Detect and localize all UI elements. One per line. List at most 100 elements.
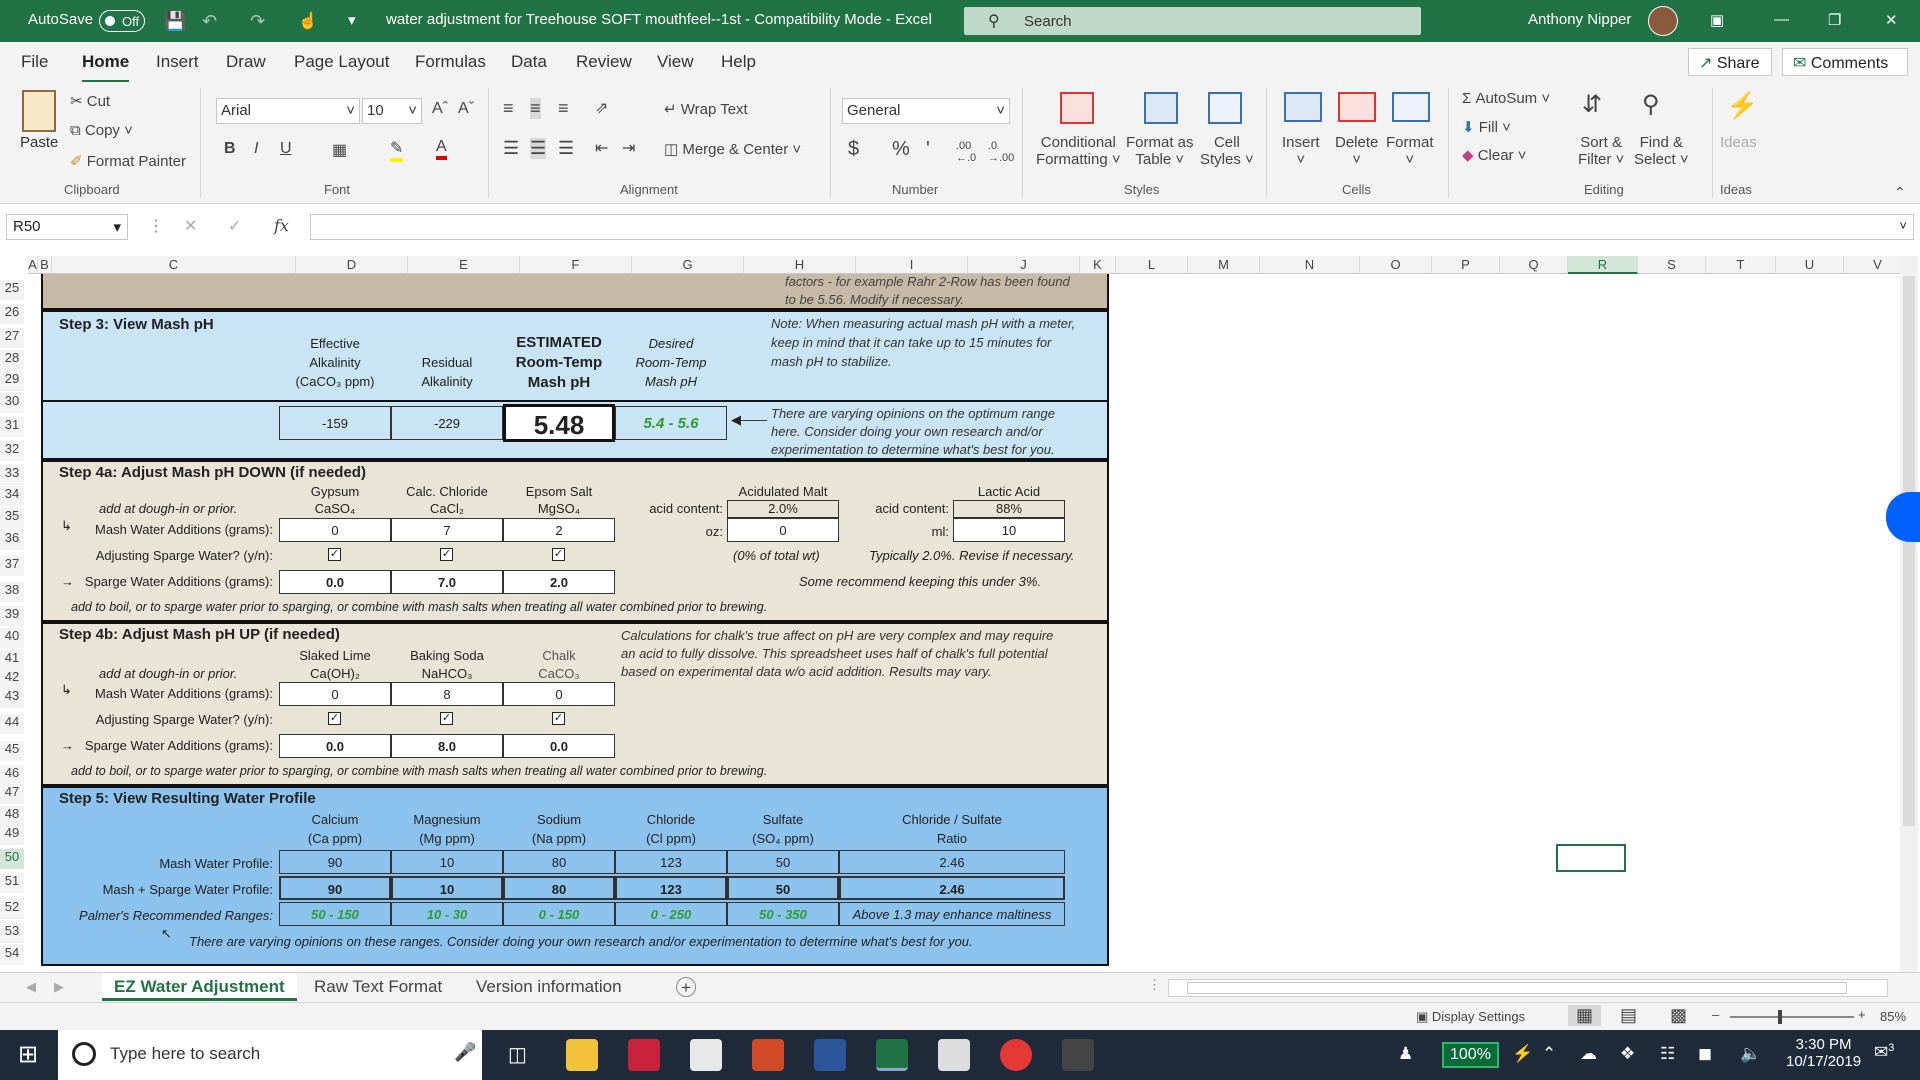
row-header-49[interactable]: 49: [0, 824, 24, 845]
column-header-b[interactable]: B: [38, 256, 52, 274]
clear-button[interactable]: ◆ Clear ˅: [1462, 146, 1527, 164]
autosum-button[interactable]: Σ AutoSum ˅: [1462, 90, 1550, 107]
font-name-select[interactable]: Arial ˅: [216, 98, 360, 124]
autosave-toggle[interactable]: Off: [99, 10, 145, 32]
column-header-k[interactable]: K: [1080, 256, 1116, 274]
calculator-icon[interactable]: [1062, 1039, 1094, 1071]
tray-chevron-icon[interactable]: ⌃: [1542, 1044, 1556, 1064]
word-icon[interactable]: [814, 1039, 846, 1071]
tab-split-handle[interactable]: ⋮: [1148, 977, 1161, 993]
volume-icon[interactable]: 🔈: [1740, 1044, 1761, 1064]
epsom-mash-input[interactable]: 2: [503, 518, 615, 542]
microphone-icon[interactable]: 🎤: [454, 1042, 476, 1063]
row-header-48[interactable]: 48: [0, 805, 24, 826]
formula-input[interactable]: ˅: [310, 214, 1914, 240]
column-header-s[interactable]: S: [1638, 256, 1706, 274]
clock[interactable]: 3:30 PM 10/17/2019: [1786, 1036, 1861, 1070]
paste-icon[interactable]: [22, 90, 56, 132]
italic-icon[interactable]: I: [254, 140, 258, 158]
comma-icon[interactable]: ʹ: [926, 138, 930, 161]
acid-malt-oz-input[interactable]: 0: [727, 518, 839, 542]
sheet-tab-ez-water[interactable]: EZ Water Adjustment: [102, 973, 297, 1001]
sheet-tab-version[interactable]: Version information: [464, 973, 634, 1001]
customize-qat-icon[interactable]: ▾: [348, 11, 356, 29]
file-explorer-icon[interactable]: [566, 1039, 598, 1071]
column-header-q[interactable]: Q: [1500, 256, 1568, 274]
row-header-26[interactable]: 26: [0, 304, 24, 324]
column-header-a[interactable]: A: [28, 256, 38, 274]
column-header-t[interactable]: T: [1706, 256, 1776, 274]
row-header-45[interactable]: 45: [0, 740, 24, 761]
row-header-47[interactable]: 47: [0, 784, 24, 804]
tab-review[interactable]: Review: [576, 52, 632, 72]
gypsum-sparge-checkbox[interactable]: ✓: [328, 548, 341, 561]
conditional-formatting-button[interactable]: Conditional Formatting ˅: [1036, 134, 1121, 168]
wifi-icon[interactable]: ◼: [1698, 1044, 1712, 1064]
next-sheet-icon[interactable]: ▶: [54, 979, 64, 995]
dropbox-tray-icon[interactable]: ❖: [1620, 1044, 1635, 1064]
align-top-icon[interactable]: ≡: [503, 98, 514, 119]
cacl-mash-input[interactable]: 7: [391, 518, 503, 542]
sheet-tab-raw-text[interactable]: Raw Text Format: [302, 973, 454, 1001]
tab-home[interactable]: Home: [82, 52, 130, 83]
prev-sheet-icon[interactable]: ◀: [26, 979, 36, 995]
tab-insert[interactable]: Insert: [156, 52, 199, 72]
row-header-46[interactable]: 46: [0, 764, 24, 785]
name-box[interactable]: R50 ▾: [6, 214, 128, 240]
format-as-table-button[interactable]: Format as Table ˅: [1126, 134, 1194, 168]
copy-button[interactable]: ⧉ Copy ˅: [70, 122, 133, 139]
avatar[interactable]: [1648, 6, 1678, 36]
page-break-view-icon[interactable]: ▩: [1670, 1005, 1687, 1026]
delete-cells-button[interactable]: Delete ˅: [1335, 134, 1378, 168]
add-sheet-icon[interactable]: +: [676, 977, 696, 997]
increase-decimal-icon[interactable]: .00 ←.0: [956, 140, 976, 164]
tab-view[interactable]: View: [657, 52, 694, 72]
search-box[interactable]: ⚲ Search: [964, 7, 1421, 35]
share-button[interactable]: ↗ Share: [1688, 48, 1772, 76]
column-header-d[interactable]: D: [296, 256, 408, 274]
fill-color-icon[interactable]: ✎: [390, 138, 404, 162]
borders-icon[interactable]: ▦: [332, 140, 347, 160]
touch-mode-icon[interactable]: ☝: [298, 11, 318, 31]
baking-soda-sparge-checkbox[interactable]: ✓: [440, 712, 453, 725]
worksheet[interactable]: ABCDEFGHIJKLMNOPQRSTUV 25 26 27 28 29 30 31 32 3…: [0, 256, 1920, 972]
ideas-button[interactable]: Ideas: [1720, 134, 1757, 151]
sort-filter-button[interactable]: Sort & Filter ˅: [1578, 134, 1624, 168]
row-header-54[interactable]: 54: [0, 944, 24, 965]
windows-start-icon[interactable]: ⊞: [18, 1040, 38, 1069]
display-settings-button[interactable]: ▣ Display Settings: [1416, 1009, 1525, 1025]
onedrive-icon[interactable]: ☁: [1580, 1044, 1597, 1064]
save-icon[interactable]: 💾: [164, 11, 186, 32]
number-format-select[interactable]: General ˅: [842, 98, 1010, 124]
currency-icon[interactable]: $: [848, 138, 859, 161]
collapse-ribbon-icon[interactable]: ⌃: [1894, 184, 1906, 201]
row-header-52[interactable]: 52: [0, 899, 24, 920]
row-header-43[interactable]: 43: [0, 688, 24, 708]
insert-cells-button[interactable]: Insert ˅: [1282, 134, 1320, 168]
column-header-j[interactable]: J: [968, 256, 1080, 274]
row-header-30[interactable]: 30: [0, 392, 24, 413]
page-layout-view-icon[interactable]: ▤: [1620, 1005, 1637, 1026]
ribbon-display-icon[interactable]: ▣: [1710, 11, 1724, 29]
orientation-icon[interactable]: ⇗: [595, 98, 608, 118]
bold-icon[interactable]: B: [224, 140, 236, 158]
align-middle-icon[interactable]: ≡: [530, 98, 541, 119]
residual-alkalinity-value[interactable]: -229: [391, 406, 503, 440]
align-left-icon[interactable]: ☰: [503, 138, 519, 159]
redo-icon[interactable]: ↷: [250, 11, 265, 32]
row-header-27[interactable]: 27: [0, 328, 24, 348]
lime-sparge-checkbox[interactable]: ✓: [328, 712, 341, 725]
column-header-c[interactable]: C: [52, 256, 296, 274]
horizontal-scrollbar[interactable]: [1168, 979, 1888, 997]
taskbar-search[interactable]: Type here to search 🎤: [58, 1030, 482, 1080]
zoom-out-icon[interactable]: –: [1712, 1007, 1719, 1022]
lactic-ml-input[interactable]: 10: [953, 518, 1065, 542]
estimated-mash-ph[interactable]: 5.48: [503, 404, 615, 442]
row-header-42[interactable]: 42: [0, 668, 24, 689]
tab-data[interactable]: Data: [511, 52, 547, 72]
find-select-button[interactable]: Find & Select ˅: [1634, 134, 1689, 168]
effective-alkalinity-value[interactable]: -159: [279, 406, 391, 440]
row-header-39[interactable]: 39: [0, 606, 24, 627]
tab-page-layout[interactable]: Page Layout: [294, 52, 389, 72]
vertical-scrollbar[interactable]: [1900, 256, 1918, 972]
